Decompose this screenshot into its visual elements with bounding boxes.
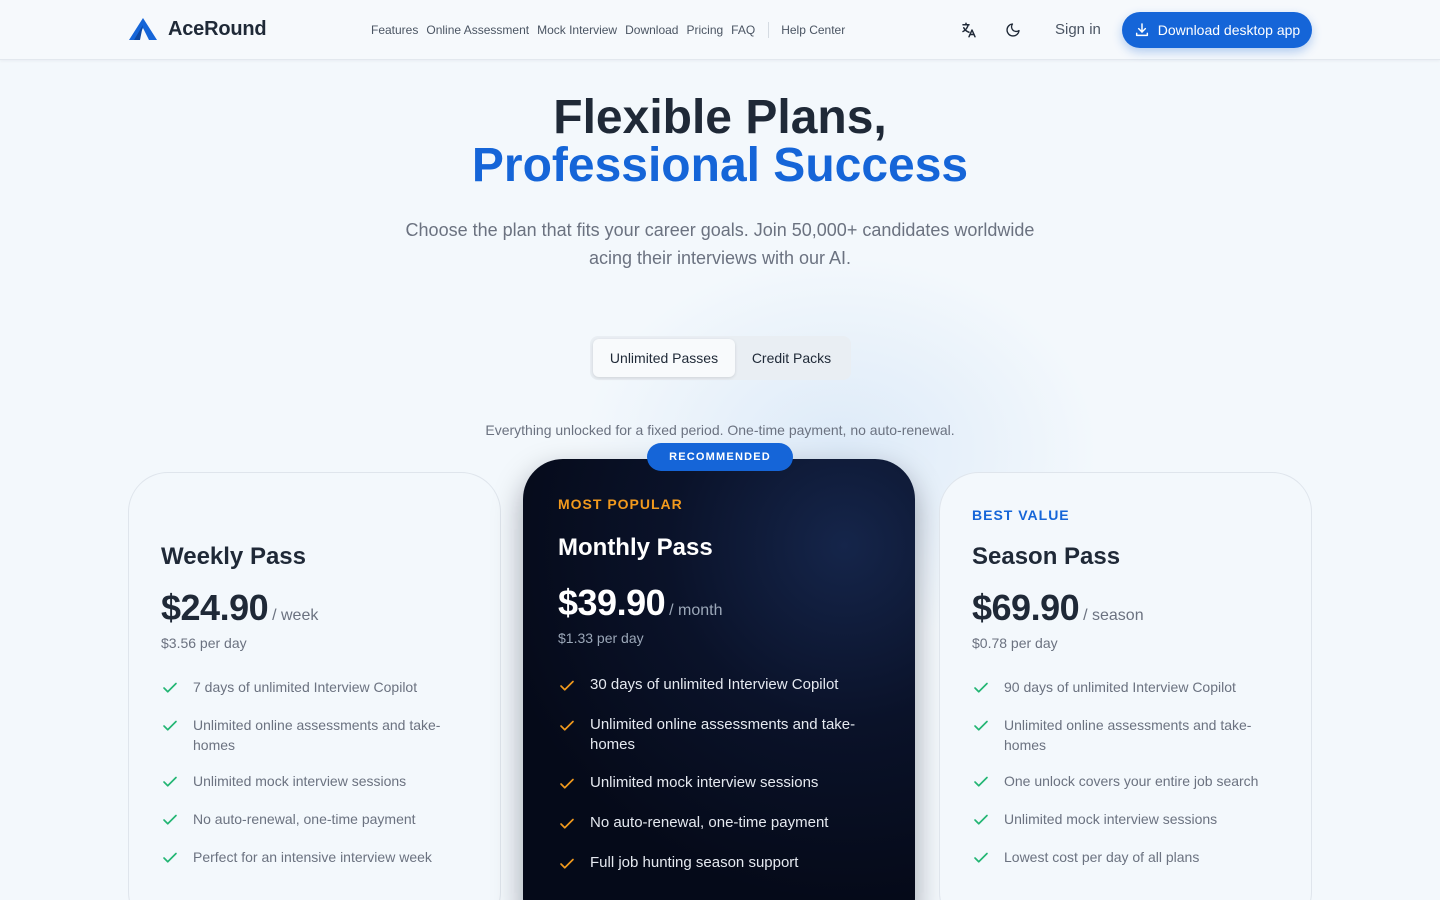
feature-list: 7 days of unlimited Interview Copilot Un… <box>161 677 461 867</box>
plan-name: Weekly Pass <box>161 543 306 570</box>
plan-type-description: Everything unlocked for a fixed period. … <box>485 422 955 438</box>
list-item: Perfect for an intensive interview week <box>161 847 461 867</box>
list-item: No auto-renewal, one-time payment <box>558 813 858 833</box>
feature-text: Unlimited mock interview sessions <box>193 773 407 789</box>
check-icon <box>560 818 574 829</box>
price-unit: / season <box>1083 607 1144 624</box>
nav-help-center[interactable]: Help Center <box>781 23 845 37</box>
plan-name: Season Pass <box>972 543 1121 570</box>
list-item: Full job hunting season support <box>558 853 858 873</box>
price-per-day: $3.56 per day <box>161 635 247 651</box>
download-button-label: Download desktop app <box>1157 22 1301 38</box>
nav-faq[interactable]: FAQ <box>731 23 755 37</box>
theme-toggle-button[interactable] <box>1001 18 1025 42</box>
feature-text: Unlimited mock interview sessions <box>1004 811 1218 827</box>
feature-text: Lowest cost per day of all plans <box>1004 849 1200 865</box>
plan-price: $69.90 <box>972 587 1080 628</box>
nav-mock-interview[interactable]: Mock Interview <box>537 23 617 37</box>
tab-credit-packs[interactable]: Credit Packs <box>735 339 848 377</box>
price-unit: / month <box>669 602 723 619</box>
list-item: Unlimited mock interview sessions <box>161 771 461 791</box>
check-icon <box>974 776 988 787</box>
feature-text: Unlimited mock interview sessions <box>590 774 819 791</box>
plan-card-monthly: MOST POPULAR Monthly Pass $39.90 / month… <box>523 459 915 900</box>
check-icon <box>974 720 988 731</box>
title-line-2: Professional Success <box>471 139 969 192</box>
feature-text: Unlimited online assessments and take-ho… <box>590 716 856 753</box>
check-icon <box>560 778 574 789</box>
list-item: 7 days of unlimited Interview Copilot <box>161 677 461 697</box>
most-popular-tag: MOST POPULAR <box>558 496 683 512</box>
feature-text: 7 days of unlimited Interview Copilot <box>193 679 418 695</box>
check-icon <box>560 720 574 731</box>
feature-list: 30 days of unlimited Interview Copilot U… <box>558 675 858 873</box>
title-line-1: Flexible Plans, <box>553 91 887 144</box>
feature-text: Unlimited online assessments and take-ho… <box>193 717 441 753</box>
list-item: Unlimited online assessments and take-ho… <box>972 715 1282 755</box>
list-item: Lowest cost per day of all plans <box>972 847 1282 867</box>
list-item: Unlimited mock interview sessions <box>558 773 858 793</box>
plan-price: $39.90 <box>558 582 666 623</box>
feature-text: No auto-renewal, one-time payment <box>193 811 416 827</box>
plan-card-weekly: Weekly Pass $24.90 / week $3.56 per day … <box>128 472 501 900</box>
nav-pricing[interactable]: Pricing <box>686 23 723 37</box>
download-icon <box>1135 23 1148 37</box>
list-item: No auto-renewal, one-time payment <box>161 809 461 829</box>
check-icon <box>974 682 988 693</box>
check-icon <box>974 814 988 825</box>
tab-unlimited-passes[interactable]: Unlimited Passes <box>593 339 735 377</box>
feature-text: One unlock covers your entire job search <box>1004 773 1259 789</box>
nav-divider <box>768 22 770 38</box>
logo-icon <box>129 18 157 40</box>
list-item: Unlimited online assessments and take-ho… <box>161 715 461 755</box>
price-unit: / week <box>272 607 319 624</box>
plan-price: $24.90 <box>161 587 269 628</box>
feature-list: 90 days of unlimited Interview Copilot U… <box>972 677 1282 867</box>
feature-text: 30 days of unlimited Interview Copilot <box>590 676 839 693</box>
translate-icon <box>962 22 976 38</box>
list-item: Unlimited online assessments and take-ho… <box>558 715 858 755</box>
recommended-badge: RECOMMENDED <box>647 443 793 471</box>
brand-logo[interactable]: AceRound <box>128 17 267 41</box>
top-navbar: AceRound Features Online Assessment Mock… <box>0 0 1440 60</box>
feature-text: Unlimited online assessments and take-ho… <box>1004 717 1252 753</box>
feature-text: 90 days of unlimited Interview Copilot <box>1004 679 1236 695</box>
feature-text: No auto-renewal, one-time payment <box>590 814 829 831</box>
page-title: Flexible Plans, Professional Success <box>0 94 1440 190</box>
price-per-day: $1.33 per day <box>558 630 644 646</box>
list-item: Unlimited mock interview sessions <box>972 809 1282 829</box>
plan-card-season: BEST VALUE Season Pass $69.90 / season $… <box>939 472 1312 900</box>
list-item: One unlock covers your entire job search <box>972 771 1282 791</box>
main-nav: Features Online Assessment Mock Intervie… <box>371 22 853 38</box>
nav-features[interactable]: Features <box>371 23 418 37</box>
feature-text: Full job hunting season support <box>590 854 799 871</box>
price-row: $69.90 / season <box>972 587 1144 629</box>
nav-online-assessment[interactable]: Online Assessment <box>426 23 529 37</box>
moon-icon <box>1006 23 1020 37</box>
price-per-day: $0.78 per day <box>972 635 1058 651</box>
check-icon <box>163 852 177 863</box>
download-desktop-button[interactable]: Download desktop app <box>1122 12 1312 48</box>
brand-name: AceRound <box>168 17 267 40</box>
check-icon <box>163 776 177 787</box>
list-item: 90 days of unlimited Interview Copilot <box>972 677 1282 697</box>
check-icon <box>163 720 177 731</box>
check-icon <box>163 682 177 693</box>
best-value-tag: BEST VALUE <box>972 507 1070 523</box>
sign-in-link[interactable]: Sign in <box>1055 21 1101 38</box>
check-icon <box>560 680 574 691</box>
nav-download[interactable]: Download <box>625 23 678 37</box>
check-icon <box>163 814 177 825</box>
language-button[interactable] <box>957 18 981 42</box>
price-row: $39.90 / month <box>558 582 722 624</box>
plan-name: Monthly Pass <box>558 534 713 561</box>
check-icon <box>974 852 988 863</box>
list-item: 30 days of unlimited Interview Copilot <box>558 675 858 695</box>
check-icon <box>560 858 574 869</box>
price-row: $24.90 / week <box>161 587 318 629</box>
plan-type-toggle: Unlimited Passes Credit Packs <box>590 336 851 380</box>
feature-text: Perfect for an intensive interview week <box>193 849 432 865</box>
